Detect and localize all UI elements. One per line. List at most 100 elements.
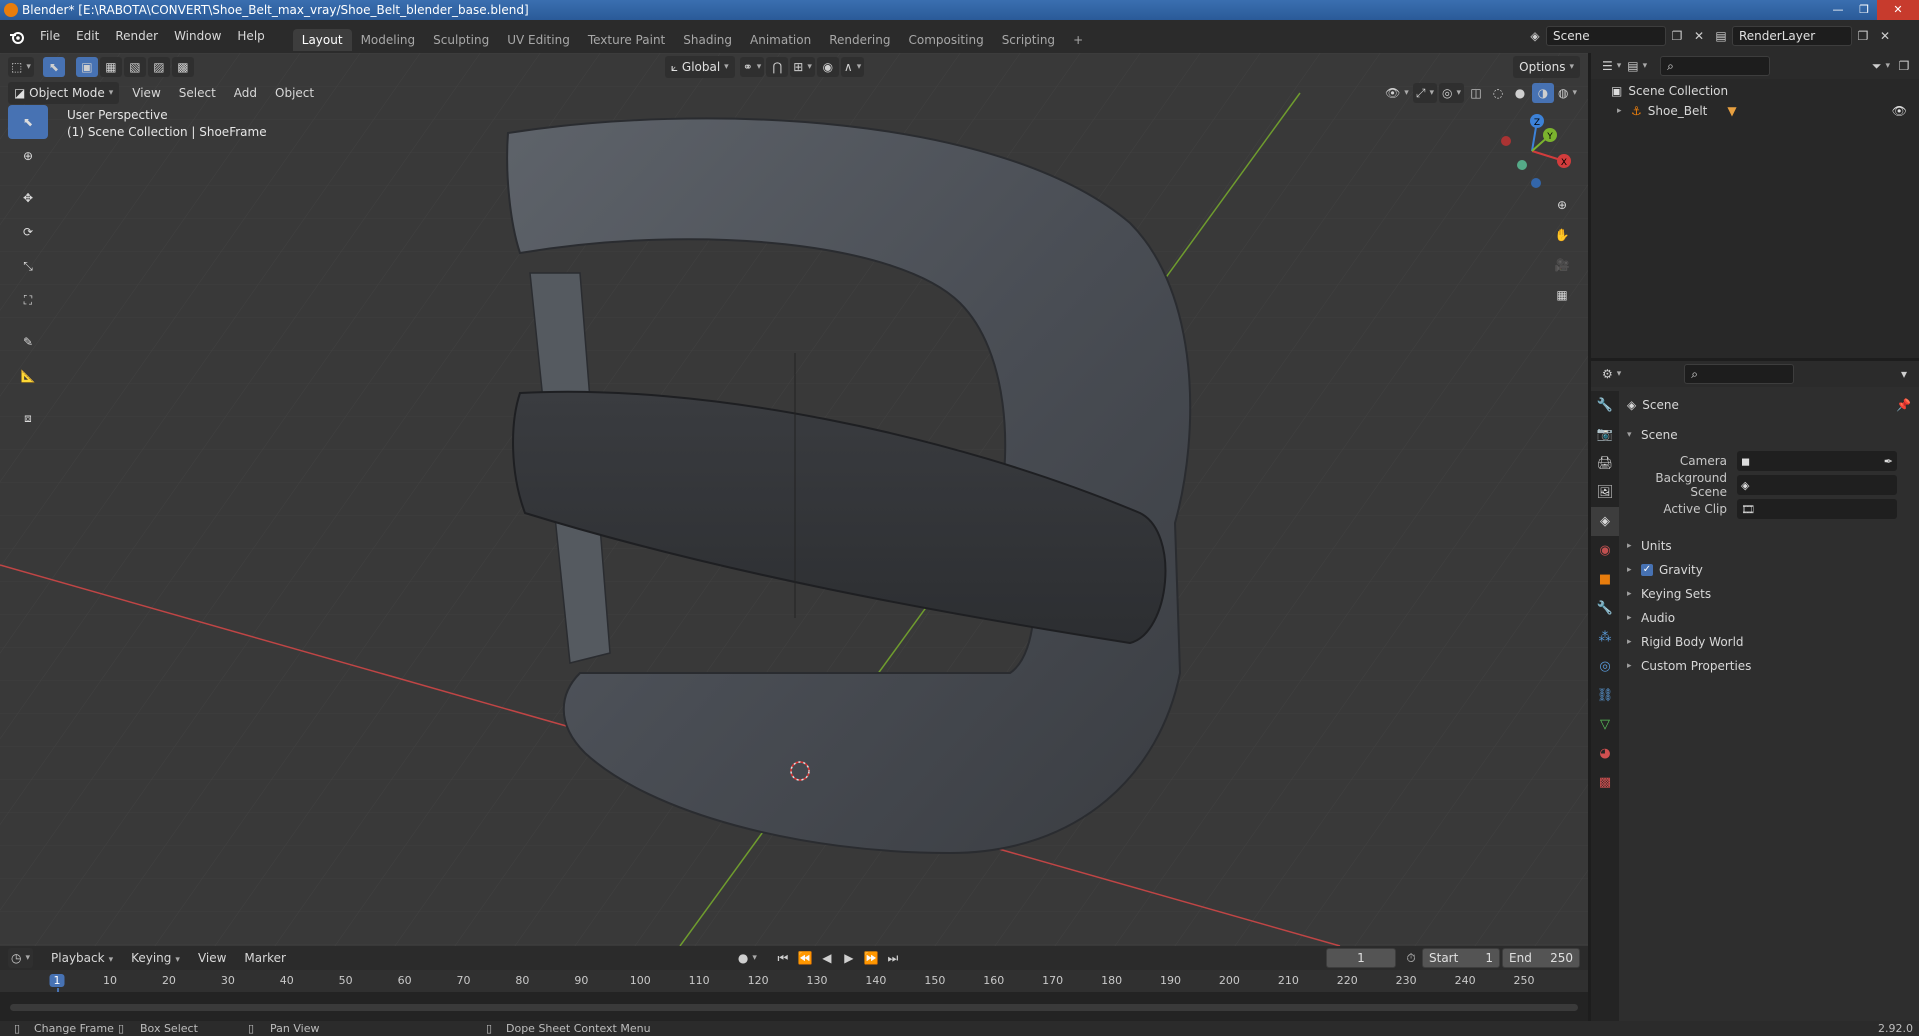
cursor-tool-icon[interactable]: ⊕	[8, 139, 48, 173]
start-frame-field[interactable]: Start 1	[1422, 948, 1500, 968]
close-button[interactable]: ✕	[1877, 0, 1919, 20]
visibility-icon[interactable]: 👁 ▾	[1382, 83, 1412, 103]
tab-view-layer-icon[interactable]: 🖼	[1591, 478, 1619, 507]
move-tool-icon[interactable]: ✥	[8, 181, 48, 215]
delete-scene-icon[interactable]: ✕	[1688, 26, 1710, 46]
current-frame-field[interactable]: 1	[1326, 948, 1396, 968]
tab-object-icon[interactable]: ■	[1591, 565, 1619, 594]
stopwatch-icon[interactable]: ⏱	[1400, 948, 1422, 968]
custom-properties-panel-header[interactable]: ▸ Custom Properties	[1627, 655, 1751, 677]
play-icon[interactable]: ▶	[838, 948, 860, 968]
new-layer-icon[interactable]: ❐	[1852, 26, 1874, 46]
camera-view-icon[interactable]: 🎥	[1548, 251, 1576, 279]
tab-rendering[interactable]: Rendering	[820, 29, 899, 51]
delete-layer-icon[interactable]: ✕	[1874, 26, 1896, 46]
scene-icon[interactable]: ◈	[1524, 26, 1546, 46]
menu-file[interactable]: File	[32, 20, 68, 53]
measure-tool-icon[interactable]: 📐	[8, 359, 48, 393]
select-mode-invert-icon[interactable]: ▨	[147, 57, 170, 77]
view-layer-icon[interactable]: ▤	[1710, 26, 1732, 46]
shading-wireframe-icon[interactable]: ◌	[1487, 83, 1509, 103]
proportional-edit-icon[interactable]: ◉	[816, 57, 839, 77]
timeline-scrollbar[interactable]	[10, 1004, 1578, 1011]
timeline-ruler[interactable]: 1 10 20 30 40 50 60 70 80 90 100 110 120 130 140 150 160…	[0, 970, 1588, 1028]
tab-layout[interactable]: Layout	[292, 28, 352, 51]
properties-options-icon[interactable]: ▾	[1893, 364, 1915, 384]
shading-rendered-icon[interactable]: ◍ ▾	[1555, 83, 1580, 103]
ortho-toggle-icon[interactable]: ▦	[1548, 281, 1576, 309]
end-frame-field[interactable]: End 250	[1502, 948, 1580, 968]
eye-visibility-icon[interactable]: 👁	[1892, 104, 1907, 118]
new-scene-icon[interactable]: ❐	[1666, 26, 1688, 46]
outliner-editor-type-icon[interactable]: ☰ ▾	[1599, 56, 1624, 76]
tab-particles-icon[interactable]: ⁂	[1591, 623, 1619, 652]
xray-toggle-icon[interactable]: ◫	[1465, 83, 1487, 103]
select-box-tool-icon[interactable]: ⬉	[8, 105, 48, 139]
camera-field[interactable]: ◼ ✒	[1737, 451, 1897, 471]
transform-orientation-dropdown[interactable]: ⟀ Global ▾	[664, 56, 735, 78]
tab-modeling[interactable]: Modeling	[352, 29, 425, 51]
outliner-row-scene-collection[interactable]: ▣ Scene Collection	[1611, 81, 1728, 101]
editor-type-icon[interactable]: ⬚ ▾	[8, 57, 34, 77]
units-panel-header[interactable]: ▸ Units	[1627, 535, 1672, 557]
add-cube-tool-icon[interactable]: ⧈	[8, 401, 48, 435]
select-tool-icon[interactable]: ⬉	[42, 57, 65, 77]
maximize-button[interactable]: ❐	[1851, 0, 1877, 20]
tab-world-icon[interactable]: ◉	[1591, 536, 1619, 565]
next-keyframe-icon[interactable]: ⏩	[860, 948, 882, 968]
pan-hand-icon[interactable]: ✋	[1548, 221, 1576, 249]
scene-name-field[interactable]: Scene	[1546, 26, 1666, 46]
audio-panel-header[interactable]: ▸ Audio	[1627, 607, 1675, 629]
tab-modifier-icon[interactable]: 🔧	[1591, 594, 1619, 623]
tab-scripting[interactable]: Scripting	[993, 29, 1064, 51]
scale-tool-icon[interactable]: ⤡	[8, 249, 48, 283]
shading-solid-icon[interactable]: ●	[1509, 83, 1531, 103]
scene-panel-header[interactable]: ▾ Scene	[1627, 424, 1678, 446]
timeline-menu-playback[interactable]: Playback ▾	[42, 951, 122, 965]
outliner-search-input[interactable]: ⌕	[1660, 56, 1771, 76]
snap-target-icon[interactable]: ⊞ ▾	[790, 57, 815, 77]
background-scene-field[interactable]: ◈	[1737, 475, 1897, 495]
falloff-icon[interactable]: ∧ ▾	[840, 57, 865, 77]
active-clip-field[interactable]: 🎞	[1737, 499, 1897, 519]
menu-help[interactable]: Help	[229, 20, 272, 53]
gravity-panel-header[interactable]: ▸ ✓ Gravity	[1627, 559, 1703, 581]
tab-compositing[interactable]: Compositing	[899, 29, 992, 51]
playhead[interactable]: 1	[49, 974, 65, 987]
viewport-menu-add[interactable]: Add	[225, 86, 266, 100]
new-collection-icon[interactable]: ❐	[1893, 56, 1915, 76]
keying-sets-panel-header[interactable]: ▸ Keying Sets	[1627, 583, 1711, 605]
properties-editor-type-icon[interactable]: ⚙ ▾	[1599, 364, 1624, 384]
outliner-row-shoe-belt[interactable]: ▸ ⚓ Shoe_Belt ▼ 👁	[1617, 101, 1919, 121]
minimize-button[interactable]: —	[1825, 0, 1851, 20]
jump-start-icon[interactable]: ⏮	[772, 948, 794, 968]
blender-logo-icon[interactable]	[6, 20, 28, 53]
pin-icon[interactable]: 📌	[1896, 398, 1911, 412]
expand-arrow-icon[interactable]: ▸	[1617, 106, 1631, 116]
gravity-checkbox[interactable]: ✓	[1641, 564, 1653, 576]
annotate-tool-icon[interactable]: ✎	[8, 325, 48, 359]
timeline-editor-type-icon[interactable]: ◷ ▾	[8, 948, 34, 968]
display-mode-icon[interactable]: ▤ ▾	[1624, 56, 1650, 76]
viewport-menu-object[interactable]: Object	[266, 86, 323, 100]
prev-keyframe-icon[interactable]: ⏪	[794, 948, 816, 968]
tab-scene-icon[interactable]: ◈	[1591, 507, 1619, 536]
options-dropdown[interactable]: Options ▾	[1513, 56, 1580, 78]
timeline-menu-view[interactable]: View	[189, 951, 235, 965]
select-mode-intersect-icon[interactable]: ▩	[171, 57, 194, 77]
shading-material-icon[interactable]: ◑	[1531, 83, 1554, 103]
tab-material-icon[interactable]: ◕	[1591, 739, 1619, 768]
viewport-menu-view[interactable]: View	[123, 86, 169, 100]
menu-render[interactable]: Render	[107, 20, 166, 53]
snap-icon[interactable]: ⋂	[766, 57, 789, 77]
zoom-icon[interactable]: ⊕	[1548, 191, 1576, 219]
tab-output-icon[interactable]: 🖨	[1591, 449, 1619, 478]
viewport-menu-select[interactable]: Select	[170, 86, 225, 100]
tab-texture-icon[interactable]: ▩	[1591, 768, 1619, 797]
select-mode-subtract-icon[interactable]: ▧	[123, 57, 146, 77]
3d-viewport[interactable]: ⬚ ▾ ⬉ ▣ ▦ ▧ ▨ ▩ ⟀ Global ▾ ⚭ ▾ ⋂ ⊞ ▾ ◉ ∧ ▾ Op…	[0, 53, 1588, 946]
eyedropper-icon[interactable]: ✒	[1884, 455, 1893, 468]
timeline-menu-keying[interactable]: Keying ▾	[122, 951, 189, 965]
tab-render-icon[interactable]: 📷	[1591, 420, 1619, 449]
tab-constraints-icon[interactable]: ⛓	[1591, 681, 1619, 710]
